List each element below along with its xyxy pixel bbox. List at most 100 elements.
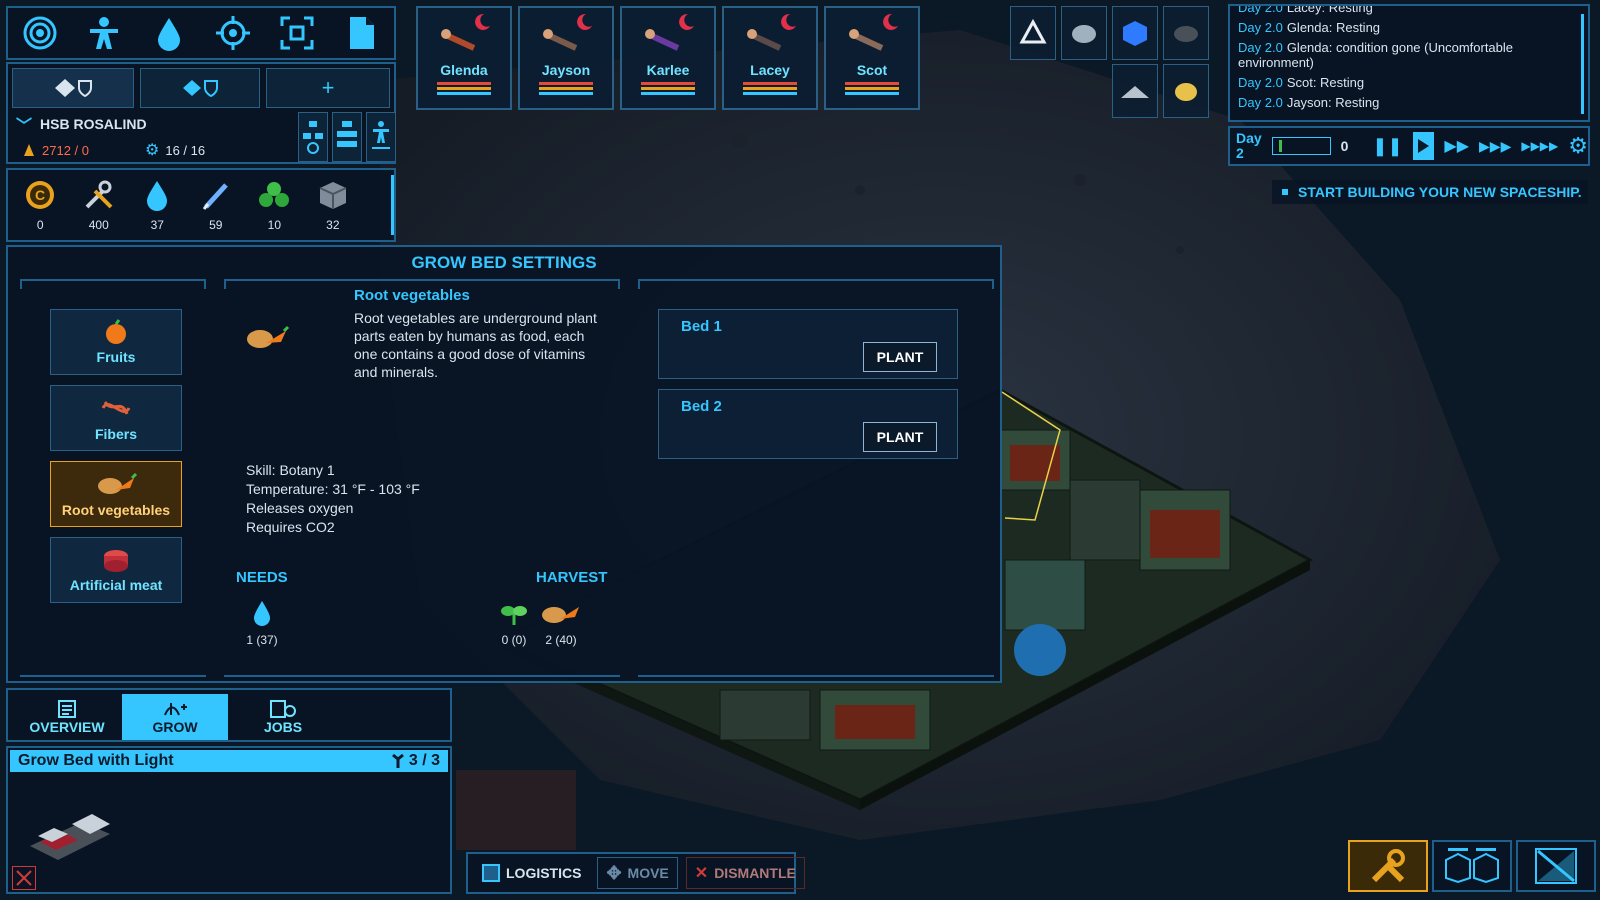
target-icon[interactable] (18, 11, 62, 55)
add-ship-button[interactable]: + (266, 68, 390, 108)
resource-food: 10 (254, 178, 295, 232)
log-entry: Day 2.0 Lacey: Resting (1238, 4, 1373, 15)
faster-icon[interactable]: ▶▶▶ (1479, 138, 1511, 155)
crew-card-lacey[interactable]: Lacey (722, 6, 818, 110)
focus-icon[interactable] (275, 11, 319, 55)
rooms-icon (337, 121, 357, 147)
time-controls: Day 2 0 ❚❚ ▶▶ ▶▶▶ ▶▶▶▶ ⚙ (1228, 126, 1590, 166)
objective-text: START BUILDING YOUR NEW SPACESHIP. (1298, 184, 1582, 200)
map-icon (1535, 848, 1577, 884)
sleeping-crew-icon (849, 13, 898, 51)
crew-icon[interactable] (82, 11, 126, 55)
ship-tab-2[interactable] (140, 68, 260, 108)
document-icon[interactable] (340, 11, 384, 55)
category-artificial-meat[interactable]: Artificial meat (50, 537, 182, 603)
ship-systems-button[interactable] (298, 112, 328, 162)
wrench-icon (391, 753, 404, 768)
category-column: Fruits Fibers Root vegetables Artificial… (20, 279, 206, 677)
ship-crew-button[interactable] (366, 112, 396, 162)
ice-icon[interactable] (1112, 6, 1158, 60)
crop-releases: Releases oxygen (246, 500, 354, 516)
category-root-vegetables[interactable]: Root vegetables (50, 461, 182, 527)
object-actions: LOGISTICS ✥ MOVE ✕ DISMANTLE (466, 852, 805, 894)
metal-scrap-icon[interactable] (1010, 6, 1056, 60)
sleeping-crew-icon (543, 13, 592, 51)
plant-button[interactable]: PLANT (863, 422, 937, 452)
settings-gear-icon[interactable]: ⚙ (1568, 133, 1588, 159)
water-value: 37 (150, 218, 164, 232)
crew-name: Lacey (750, 62, 790, 78)
checkbox-icon (482, 864, 500, 882)
move-button[interactable]: ✥ MOVE (597, 857, 678, 889)
objective-banner[interactable]: START BUILDING YOUR NEW SPACESHIP. (1272, 180, 1588, 204)
tools-icon (82, 178, 116, 212)
crew-card-jayson[interactable]: Jayson (518, 6, 614, 110)
crew-card-scot[interactable]: Scot (824, 6, 920, 110)
event-log[interactable]: Day 2.0 Lacey: Resting Day 2.0 Glenda: Res… (1228, 4, 1590, 122)
log-entry: Day 2.0 Jayson: Resting (1238, 95, 1380, 110)
credits-value: 0 (36, 218, 44, 232)
tab-jobs[interactable]: JOBS (230, 694, 336, 740)
crop-properties: Skill: Botany 1 Temperature: 31 °F - 103… (246, 461, 420, 537)
gold-ore-icon[interactable] (1163, 64, 1209, 118)
crew-card-glenda[interactable]: Glenda (416, 6, 512, 110)
play-button[interactable] (1412, 132, 1435, 160)
resources-bar: C 0 400 37 59 10 32 (6, 168, 396, 242)
svg-text:C: C (35, 187, 45, 203)
chevron-down-icon[interactable]: ﹀ (16, 112, 32, 136)
category-fruits[interactable]: Fruits (50, 309, 182, 375)
map-button[interactable] (1516, 840, 1596, 892)
ore-icon[interactable] (1061, 6, 1107, 60)
fastest-icon[interactable]: ▶▶▶▶ (1521, 139, 1558, 153)
ship-name: HSB ROSALIND (40, 116, 147, 132)
resource-crates: 32 (313, 178, 354, 232)
ship-name-row[interactable]: ﹀ HSB ROSALIND (16, 112, 147, 136)
water-icon[interactable] (147, 11, 191, 55)
person-icon (372, 121, 390, 149)
tab-overview[interactable]: OVERVIEW (14, 694, 120, 740)
carbon-icon[interactable] (1163, 6, 1209, 60)
crop-skill: Skill: Botany 1 (246, 462, 335, 478)
tab-grow[interactable]: GROW (122, 694, 228, 740)
day-progress-slider[interactable] (1271, 137, 1331, 155)
object-count: 3 / 3 (391, 750, 440, 772)
resource-pen: 59 (196, 178, 237, 232)
dismantle-button[interactable]: ✕ DISMANTLE (685, 857, 805, 889)
ship-layout-button[interactable] (332, 112, 362, 162)
build-button[interactable] (1348, 840, 1428, 892)
ship-tab-1[interactable] (12, 68, 134, 108)
crew-capacity-value: 16 / 16 (165, 142, 206, 158)
object-title-bar: Grow Bed with Light 3 / 3 (10, 750, 448, 772)
logistics-button[interactable]: LOGISTICS (474, 857, 589, 889)
needs-water: 1 (37) (242, 599, 282, 647)
log-scrollbar[interactable] (1581, 14, 1584, 114)
crew-card-karlee[interactable]: Karlee (620, 6, 716, 110)
category-fibers[interactable]: Fibers (50, 385, 182, 451)
crosshair-icon[interactable] (211, 11, 255, 55)
harvest-label: HARVEST (536, 569, 608, 586)
speed-counter: 0 (1340, 138, 1349, 154)
demolish-icon[interactable] (12, 866, 36, 890)
fiber-icon (101, 401, 131, 415)
list-icon (58, 700, 76, 718)
network-icon (303, 121, 323, 154)
dust-icon[interactable] (1112, 64, 1158, 118)
resources-scrollbar[interactable] (391, 175, 394, 235)
grow-bed-settings-panel: GROW BED SETTINGS Fruits Fibers Root veg… (6, 245, 1002, 683)
inventory-button[interactable] (1432, 840, 1512, 892)
object-title: Grow Bed with Light (18, 752, 174, 769)
bed-label: Bed 2 (681, 398, 722, 415)
resource-tools: 400 (79, 178, 120, 232)
grow-icon (164, 703, 187, 716)
meat-icon (104, 550, 128, 572)
pause-icon[interactable]: ❚❚ (1372, 136, 1402, 157)
root-vegetables-icon (542, 607, 579, 623)
fast-forward-icon[interactable]: ▶▶ (1444, 136, 1469, 156)
plant-button[interactable]: PLANT (863, 342, 937, 372)
log-entry: Day 2.0 Glenda: condition gone (Uncomfort… (1238, 40, 1514, 70)
crop-requires: Requires CO2 (246, 519, 335, 535)
gear-icon: ⚙ (145, 142, 160, 159)
object-tabs: OVERVIEW GROW JOBS (6, 688, 452, 742)
jobs-icon (270, 700, 296, 718)
main-toolbar (6, 6, 396, 60)
